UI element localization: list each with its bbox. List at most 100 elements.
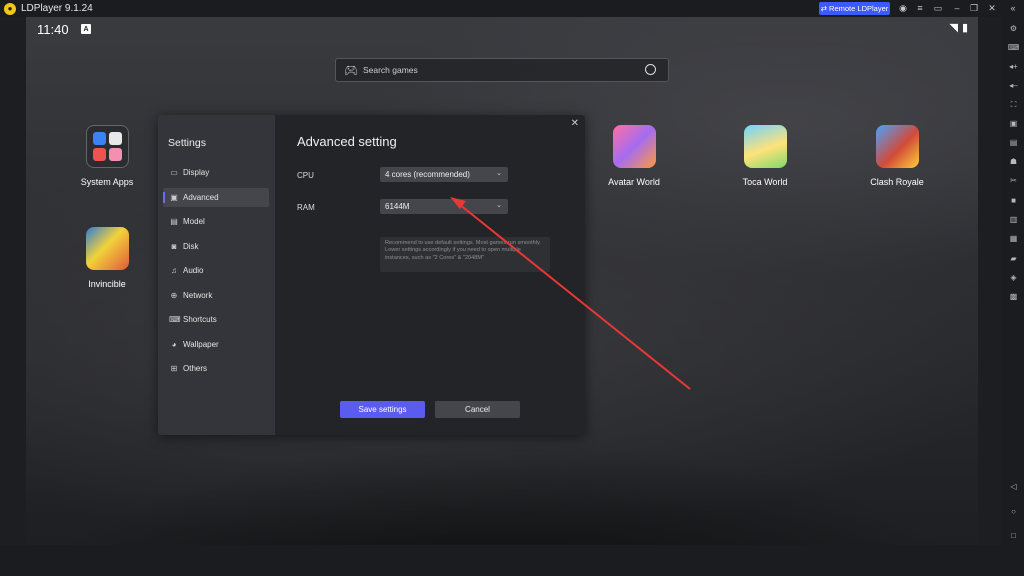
search-bar[interactable]: 🎮︎ Search games xyxy=(335,58,669,82)
menu-icon[interactable]: ≡ xyxy=(913,1,927,15)
ram-value: 6144M xyxy=(385,202,410,211)
app-avatar-world[interactable]: Avatar World xyxy=(594,125,674,187)
performance-hint: Recommend to use default settings. Most … xyxy=(380,237,550,272)
cpu-label: CPU xyxy=(297,171,314,180)
remote-label: Remote LDPlayer xyxy=(829,4,889,13)
nav-others[interactable]: ⊞ Others xyxy=(163,359,269,378)
location-icon[interactable]: ◈ xyxy=(1008,272,1019,283)
account-icon[interactable]: ◉ xyxy=(896,1,910,15)
disk-icon: ◙ xyxy=(171,242,177,251)
monitor-icon: ▭ xyxy=(170,168,178,177)
app-label: Clash Royale xyxy=(870,177,924,187)
status-clock: 11:40 xyxy=(37,22,69,37)
grid-icon: ⊞ xyxy=(170,364,178,373)
gamepad-icon: 🎮︎ xyxy=(344,64,358,77)
close-icon[interactable]: ✕ xyxy=(571,118,579,129)
sidebar-toggle-icon[interactable]: ▭ xyxy=(931,1,945,15)
nav-model[interactable]: ▤ Model xyxy=(163,212,269,231)
nav-label: Audio xyxy=(183,266,204,275)
ram-label: RAM xyxy=(297,203,315,212)
app-label: Avatar World xyxy=(608,177,660,187)
multi-instance-icon[interactable]: ▦ xyxy=(1008,233,1019,244)
advanced-icon: ▣ xyxy=(170,193,178,202)
collapse-icon[interactable]: « xyxy=(1006,1,1020,15)
nav-label: Display xyxy=(183,168,210,177)
remote-ldplayer-button[interactable]: ⇄ Remote LDPlayer xyxy=(819,2,890,15)
search-placeholder: Search games xyxy=(362,65,418,75)
nav-disk[interactable]: ◙ Disk xyxy=(163,237,269,256)
palette-icon: ◕ xyxy=(171,340,177,349)
close-window-icon[interactable]: ✕ xyxy=(985,1,999,15)
screenshot-icon[interactable]: ▤ xyxy=(1008,137,1019,148)
status-icons: ◥ ▮ xyxy=(949,21,968,34)
folder-icon[interactable]: ▰ xyxy=(1008,253,1019,264)
nav-network[interactable]: ⊕ Network xyxy=(163,286,269,305)
chevron-down-icon: ⌄ xyxy=(496,170,502,177)
nav-advanced[interactable]: ▣ Advanced xyxy=(163,188,269,207)
section-title: Advanced setting xyxy=(297,134,397,149)
nav-label: Shortcuts xyxy=(183,315,217,324)
model-icon: ▤ xyxy=(170,217,178,226)
audio-icon: ♫ xyxy=(171,266,177,275)
nav-label: Advanced xyxy=(183,193,219,202)
save-settings-button[interactable]: Save settings xyxy=(340,401,425,418)
a-badge-icon: A xyxy=(81,24,91,34)
scissors-icon[interactable]: ✂ xyxy=(1008,175,1019,186)
keyboard-mapping-icon[interactable]: ⌨ xyxy=(1008,42,1020,53)
nav-display[interactable]: ▭ Display xyxy=(163,163,269,182)
app-label: Toca World xyxy=(742,177,788,187)
ldplayer-window: ● LDPlayer 9.1.24 ⇄ Remote LDPlayer ◉ ≡ … xyxy=(0,0,1024,576)
nav-label: Others xyxy=(183,364,208,373)
settings-gear-icon[interactable]: ⚙ xyxy=(1008,23,1019,34)
minimize-icon[interactable]: – xyxy=(950,1,964,15)
android-screen: 11:40 A ◥ ▮ 🎮︎ Search games System Apps … xyxy=(26,17,978,545)
ldplayer-logo-icon: ● xyxy=(4,2,16,15)
app-invincible[interactable]: Invincible xyxy=(67,227,147,289)
record-icon[interactable]: ■ xyxy=(1008,195,1019,206)
cpu-value: 4 cores (recommended) xyxy=(385,170,470,179)
nav-label: Disk xyxy=(183,242,199,251)
app-label: Invincible xyxy=(88,279,126,289)
ram-select[interactable]: 6144M ⌄ xyxy=(380,199,508,214)
restore-icon[interactable]: ❐ xyxy=(967,1,981,15)
nav-audio[interactable]: ♫ Audio xyxy=(163,261,269,280)
settings-sidebar: Settings ▭ Display ▣ Advanced ▤ Model ◙ … xyxy=(158,115,275,435)
clash-royale-icon xyxy=(875,125,919,168)
volume-up-icon[interactable]: ◂+ xyxy=(1008,61,1019,72)
fullscreen-icon[interactable]: ⛶ xyxy=(1008,99,1019,110)
cancel-button[interactable]: Cancel xyxy=(435,401,520,418)
bottom-bar xyxy=(0,545,1024,576)
settings-title: Settings xyxy=(168,137,206,149)
keyboard-icon: ⌨ xyxy=(169,315,181,324)
cpu-select[interactable]: 4 cores (recommended) ⌄ xyxy=(380,167,508,182)
nav-label: Model xyxy=(183,217,205,226)
app-label: System Apps xyxy=(80,177,134,187)
app-system-apps[interactable]: System Apps xyxy=(67,125,147,187)
right-toolbar: ⚙ ⌨ ◂+ ◂– ⛶ ▣ ▤ ☗ ✂ ■ ▥ ▦ ▰ ◈ ▩ ◁ ○ □ xyxy=(1002,17,1024,545)
robot-icon[interactable]: ☗ xyxy=(1008,156,1019,167)
avatar-world-icon xyxy=(612,125,656,168)
wifi-icon: ◥ xyxy=(949,22,958,34)
recents-icon[interactable]: □ xyxy=(1008,530,1019,541)
settings-dialog: Settings ▭ Display ▣ Advanced ▤ Model ◙ … xyxy=(158,115,585,435)
back-icon[interactable]: ◁ xyxy=(1008,481,1019,492)
volume-down-icon[interactable]: ◂– xyxy=(1008,80,1019,91)
app-toca-world[interactable]: Toca World xyxy=(725,125,805,187)
battery-icon: ▮ xyxy=(961,22,968,34)
apk-icon[interactable]: ▥ xyxy=(1008,214,1019,225)
chevron-down-icon: ⌄ xyxy=(496,202,502,209)
app-title: LDPlayer 9.1.24 xyxy=(21,3,93,14)
search-icon[interactable] xyxy=(645,64,656,75)
app-clash-royale[interactable]: Clash Royale xyxy=(857,125,937,187)
nav-label: Wallpaper xyxy=(183,340,219,349)
system-apps-folder-icon xyxy=(85,125,129,168)
toca-world-icon xyxy=(743,125,787,168)
sync-icon[interactable]: ▩ xyxy=(1008,291,1019,302)
nav-label: Network xyxy=(183,291,213,300)
lock-icon[interactable]: ▣ xyxy=(1008,118,1019,129)
nav-shortcuts[interactable]: ⌨ Shortcuts xyxy=(163,310,269,329)
home-icon[interactable]: ○ xyxy=(1008,506,1019,517)
nav-wallpaper[interactable]: ◕ Wallpaper xyxy=(163,335,269,354)
title-bar: ● LDPlayer 9.1.24 ⇄ Remote LDPlayer ◉ ≡ … xyxy=(0,0,1024,17)
invincible-icon xyxy=(85,227,129,270)
